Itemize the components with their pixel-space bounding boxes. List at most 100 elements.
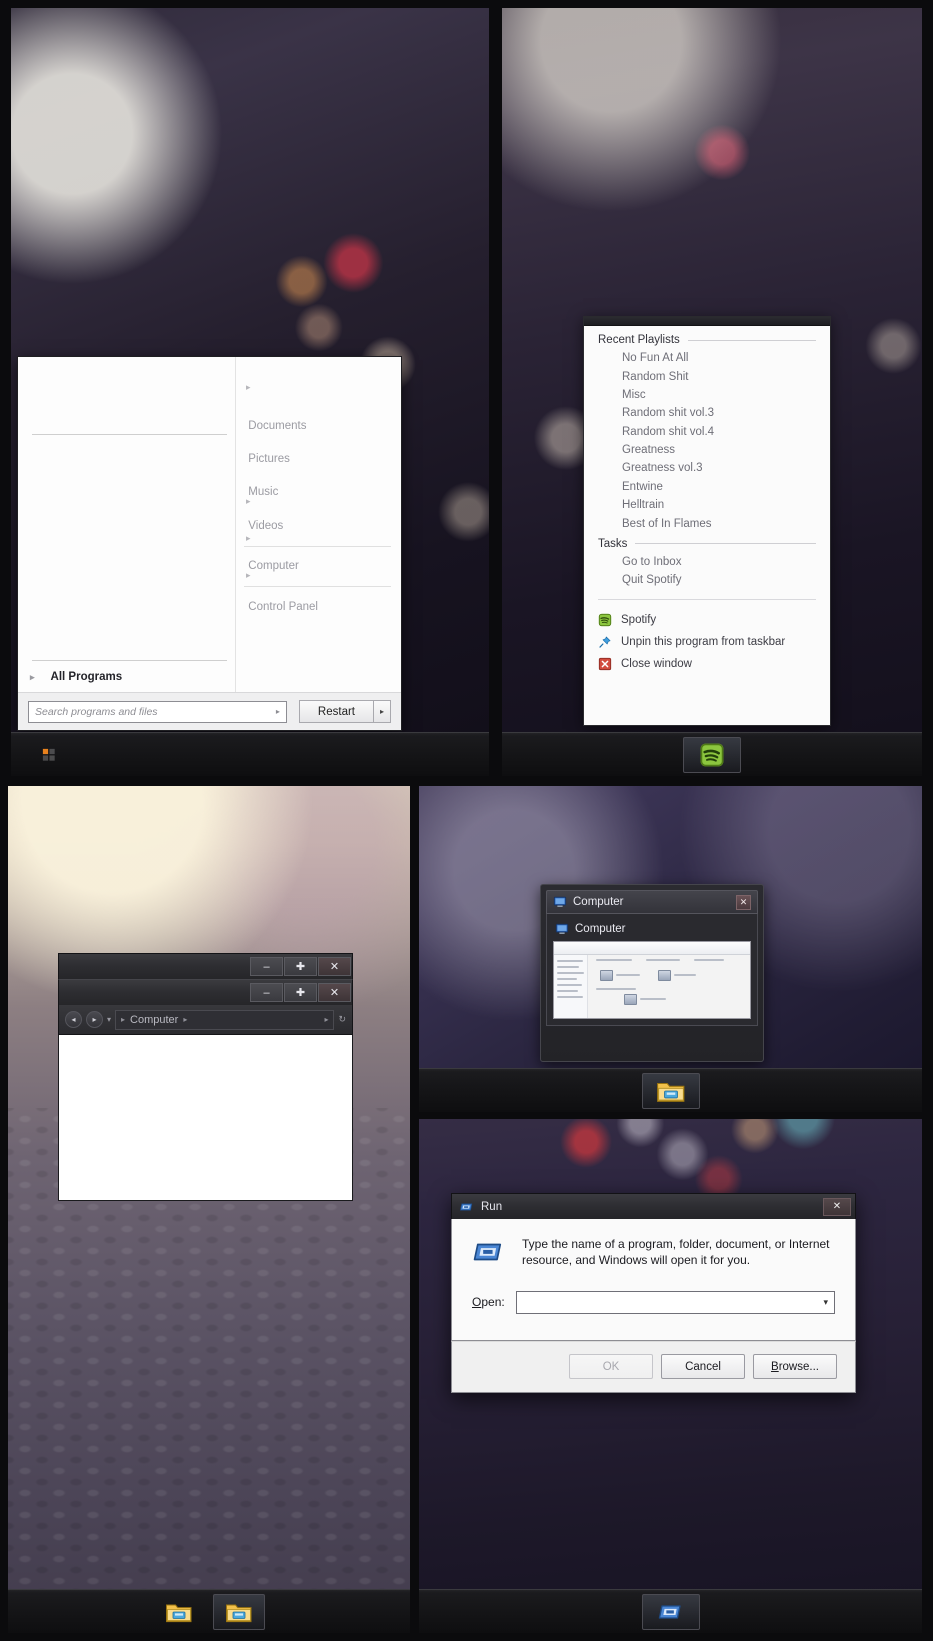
refresh-button[interactable]: ↻	[338, 1014, 346, 1025]
maximize-button[interactable]: ✚	[284, 983, 317, 1002]
jump-list-item[interactable]: Misc	[584, 386, 830, 404]
start-item-label: Pictures	[248, 453, 290, 466]
cancel-button[interactable]: Cancel	[661, 1354, 745, 1380]
preview-body[interactable]: Computer	[546, 914, 758, 1026]
start-item-pictures[interactable]: Pictures	[236, 442, 401, 475]
explorer-content-area[interactable]	[58, 1035, 353, 1201]
restart-button[interactable]: Restart ▸	[298, 700, 391, 723]
preview-window-label: Computer	[575, 923, 626, 935]
minimize-button[interactable]: –	[250, 957, 283, 976]
breadcrumb-chevron-icon: ▸	[183, 1015, 188, 1024]
taskbar-item-explorer[interactable]	[641, 1072, 700, 1109]
run-dialog-body: Type the name of a program, folder, docu…	[451, 1219, 856, 1341]
start-menu[interactable]: ▸ ▸ ▸ ▸ ▸ All Programs Documents Picture…	[17, 356, 402, 731]
breadcrumb-dropdown-icon[interactable]: ▸	[324, 1015, 328, 1024]
explorer-title-bar-outer[interactable]: – ✚ ✕	[58, 953, 353, 979]
close-button[interactable]: ✕	[318, 983, 351, 1002]
start-item-label: Computer	[248, 560, 299, 573]
folder-icon	[226, 1604, 252, 1622]
panel-explorer: – ✚ ✕ – ✚ ✕ ◂ ▸ ▾ ▸ Computer ▸ ▸ ↻	[8, 786, 410, 1633]
all-programs-label: All Programs	[50, 671, 123, 683]
taskbar-4[interactable]	[419, 1068, 922, 1112]
jump-list-item[interactable]: Quit Spotify	[584, 571, 830, 589]
action-label: Unpin this program from taskbar	[621, 635, 786, 648]
maximize-button[interactable]: ✚	[284, 957, 317, 976]
run-dialog[interactable]: Run ✕ Type the name of a program, folder…	[451, 1193, 856, 1393]
run-dialog-title: Run	[481, 1200, 503, 1213]
close-button[interactable]: ✕	[318, 957, 351, 976]
computer-icon	[553, 896, 567, 907]
jump-list-item[interactable]: No Fun At All	[584, 349, 830, 367]
jump-list-item[interactable]: Random shit vol.4	[584, 423, 830, 441]
start-menu-divider	[244, 585, 391, 587]
open-input[interactable]: ▾	[515, 1290, 835, 1314]
taskbar-item-run[interactable]	[641, 1593, 700, 1630]
panel-start-menu: ▸ ▸ ▸ ▸ ▸ All Programs Documents Picture…	[11, 8, 489, 776]
all-programs-arrow: ▸	[30, 671, 35, 682]
recent-pages-button[interactable]: ▾	[107, 1015, 111, 1024]
search-input[interactable]: Search programs and files ▸	[28, 700, 287, 723]
jump-list-item[interactable]: Greatness vol.3	[584, 459, 830, 477]
browse-button[interactable]: Browse...	[753, 1354, 837, 1380]
taskbar-5[interactable]	[419, 1589, 922, 1633]
explorer-address-bar[interactable]: ◂ ▸ ▾ ▸ Computer ▸ ▸ ↻	[58, 1005, 353, 1035]
jump-list-item[interactable]: Greatness	[584, 441, 830, 459]
start-item-documents[interactable]: Documents	[236, 409, 401, 442]
action-label: Close window	[621, 657, 692, 670]
pinned-arrow-1: ▸	[246, 382, 251, 392]
run-dialog-description: Type the name of a program, folder, docu…	[522, 1237, 830, 1267]
jump-list-item[interactable]: Go to Inbox	[584, 553, 830, 571]
start-item-computer[interactable]: Computer	[236, 550, 401, 583]
preview-window-label-row: Computer	[555, 922, 751, 936]
browse-button-rest: rowse...	[778, 1360, 819, 1373]
run-icon	[460, 1203, 473, 1210]
taskbar-thumbnail-preview[interactable]: Computer ✕ Computer	[540, 884, 764, 1062]
search-placeholder: Search programs and files	[35, 705, 158, 718]
breadcrumb-item-computer[interactable]: Computer	[130, 1014, 178, 1026]
preview-thumbnail-image[interactable]	[553, 941, 751, 1019]
jump-list-action-unpin[interactable]: Unpin this program from taskbar	[584, 631, 830, 653]
spotify-icon	[598, 613, 612, 626]
taskbar-3[interactable]	[8, 1589, 410, 1633]
back-button[interactable]: ◂	[65, 1011, 82, 1028]
jump-list-item[interactable]: Random Shit	[584, 367, 830, 385]
breadcrumb[interactable]: ▸ Computer ▸ ▸	[115, 1009, 335, 1030]
run-dialog-title-bar[interactable]: Run ✕	[451, 1193, 856, 1219]
taskbar-item-spotify[interactable]	[683, 736, 741, 773]
close-icon[interactable]: ✕	[736, 894, 751, 910]
forward-button[interactable]: ▸	[86, 1011, 103, 1028]
start-item-music[interactable]: Music	[236, 476, 401, 509]
jump-list-item[interactable]: Random shit vol.3	[584, 404, 830, 422]
restart-label[interactable]: Restart	[298, 700, 373, 723]
start-orb[interactable]	[25, 737, 73, 773]
folder-icon	[656, 1082, 684, 1102]
jump-list-item[interactable]: Helltrain	[584, 496, 830, 514]
start-item-label: Control Panel	[248, 600, 318, 613]
minimize-button[interactable]: –	[250, 983, 283, 1002]
preview-tab[interactable]: Computer ✕	[546, 890, 758, 914]
taskbar-item-explorer-1[interactable]	[153, 1594, 205, 1630]
explorer-window[interactable]: – ✚ ✕ – ✚ ✕ ◂ ▸ ▾ ▸ Computer ▸ ▸ ↻	[58, 953, 353, 1215]
folder-icon	[166, 1604, 192, 1622]
start-menu-right-pane[interactable]: Documents Pictures Music Videos Computer…	[236, 357, 401, 692]
close-button[interactable]: ✕	[823, 1197, 851, 1216]
jump-list[interactable]: Recent Playlists No Fun At All Random Sh…	[583, 316, 831, 726]
chevron-down-icon[interactable]: ▾	[823, 1297, 828, 1308]
start-menu-left-pane[interactable]: ▸ ▸ ▸ ▸ ▸ All Programs	[18, 357, 251, 692]
jump-list-top-edge	[584, 317, 830, 326]
jump-list-item[interactable]: Best of In Flames	[584, 514, 830, 532]
taskbar-1[interactable]	[11, 732, 489, 776]
start-item-control-panel[interactable]: Control Panel	[236, 590, 401, 623]
all-programs-button[interactable]: ▸ All Programs	[18, 662, 235, 692]
taskbar-item-explorer-2[interactable]	[213, 1593, 265, 1630]
chevron-right-icon[interactable]: ▸	[373, 700, 391, 723]
ok-button[interactable]: OK	[569, 1354, 653, 1380]
start-item-videos[interactable]: Videos	[236, 509, 401, 542]
jump-list-action-close-window[interactable]: Close window	[584, 653, 830, 675]
jump-list-item[interactable]: Entwine	[584, 478, 830, 496]
jump-list-action-spotify[interactable]: Spotify	[584, 609, 830, 631]
explorer-title-bar-inner[interactable]: – ✚ ✕	[58, 979, 353, 1005]
taskbar-2[interactable]	[502, 732, 922, 776]
jump-list-section-header-tasks: Tasks	[584, 533, 830, 553]
breadcrumb-leading-icon: ▸	[121, 1015, 126, 1024]
